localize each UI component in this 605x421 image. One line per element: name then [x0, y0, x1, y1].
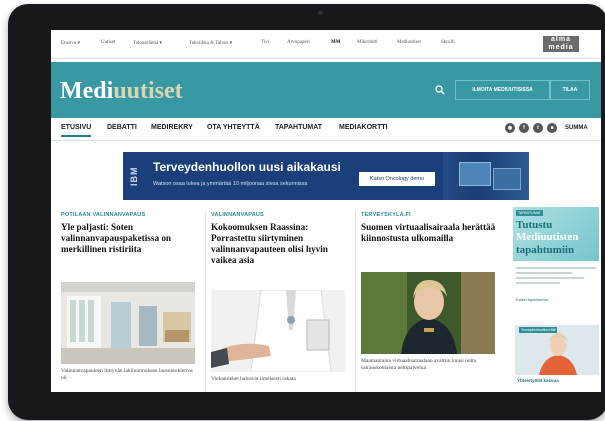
ad-monitor-image: [493, 168, 521, 190]
tab-medirekry[interactable]: MEDIREKRY: [151, 124, 193, 131]
advertise-button[interactable]: ILMOITA MEDIUUTISISSA: [455, 80, 550, 100]
article-card[interactable]: POTILAAN VALINNANVAPAUS Yle paljasti: So…: [61, 212, 199, 381]
ibm-logo: IBM: [129, 166, 139, 186]
promo-caption[interactable]: Yhteistyöllä kasvua: [517, 378, 559, 383]
search-icon[interactable]: [435, 85, 445, 95]
events-title-line3: tapahtumiin: [516, 244, 575, 256]
ad-title: Terveydenhuollon uusi aikakausi: [153, 160, 341, 174]
sidebar: TAPAHTUMAT Tutustu Mediuutisten tapahtum…: [513, 207, 601, 392]
article-excerpt: Valinnanvapauteen liittyvän lakiluonnoks…: [61, 368, 193, 381]
article-photo-clinic-corridor[interactable]: [61, 282, 195, 364]
almamedia-logo-line2: media: [548, 44, 574, 51]
network-nav-item[interactable]: Talouselämä ▾: [133, 40, 162, 46]
events-promo[interactable]: TAPAHTUMAT Tutustu Mediuutisten tapahtum…: [513, 207, 599, 261]
article-excerpt: Maamantaina virtuaalisairaalaan avattiin…: [361, 358, 477, 371]
rss-icon[interactable]: ◉: [505, 123, 515, 133]
tab-ota-yhteytta[interactable]: OTA YHTEYTTÄ: [207, 124, 260, 131]
tablet-frame: Etusivu ▾ Uutiset Talouselämä ▾ Tekniikk…: [8, 4, 605, 420]
network-nav-item[interactable]: Arvopaperi: [287, 40, 310, 45]
tab-debatti[interactable]: DEBATTI: [107, 124, 137, 131]
subscribe-button[interactable]: TILAA: [550, 80, 590, 100]
ad-cta-button[interactable]: Katso Oncology demo: [359, 172, 435, 186]
almamedia-logo[interactable]: alma media: [543, 36, 579, 52]
promo-photo-block[interactable]: Terveydenhuollon Hitti: [515, 325, 599, 375]
network-nav-item[interactable]: Skrolli: [441, 40, 455, 45]
article-card[interactable]: TERVEYSKYLÄ.FI Suomen virtuaalisairaala …: [355, 212, 499, 392]
article-card[interactable]: VALINNANVAPAUS Kokoomuksen Raassina: Por…: [205, 212, 349, 392]
column-divider: [355, 212, 356, 392]
network-nav-item[interactable]: Tivi: [261, 40, 269, 45]
article-category[interactable]: TERVEYSKYLÄ.FI: [361, 212, 499, 218]
article-headline[interactable]: Yle paljasti: Soten valinnanvapauspaketi…: [61, 222, 199, 255]
ad-visual: [443, 152, 529, 200]
events-tag: TAPAHTUMAT: [516, 210, 543, 216]
ad-monitor-image: [459, 162, 491, 186]
ad-banner[interactable]: IBM Terveydenhuollon uusi aikakausi Wats…: [123, 152, 529, 200]
camera-dot: [318, 10, 323, 15]
logo-part-medi: Medi: [60, 78, 114, 104]
summa-icon[interactable]: ■: [547, 123, 557, 133]
network-nav-item[interactable]: Mediuutiset: [397, 40, 421, 45]
facebook-icon[interactable]: f: [519, 123, 529, 133]
article-headline[interactable]: Suomen virtuaalisairaala herättää kiinno…: [361, 222, 499, 244]
promo-photo-person: [539, 333, 577, 375]
article-headline[interactable]: Kokoomuksen Raassina: Porrastettu siirty…: [211, 222, 349, 266]
twitter-icon[interactable]: t: [533, 123, 543, 133]
network-nav-item[interactable]: Uutiset: [101, 40, 115, 45]
tab-etusivu[interactable]: ETUSIVU: [61, 124, 92, 137]
column-divider: [205, 212, 206, 392]
all-events-link[interactable]: Kaikki tapahtumat: [516, 297, 548, 302]
site-logo[interactable]: Mediuutiset: [60, 79, 183, 103]
logo-part-uutiset: uutiset: [113, 78, 183, 104]
network-nav-item[interactable]: Etusivu ▾: [61, 40, 80, 46]
network-nav: Etusivu ▾ Uutiset Talouselämä ▾ Tekniikk…: [51, 30, 601, 59]
browser-screen: Etusivu ▾ Uutiset Talouselämä ▾ Tekniikk…: [51, 30, 601, 392]
network-nav-item[interactable]: Mikrobitti: [357, 40, 378, 45]
article-photo-woman-portrait[interactable]: [361, 272, 495, 354]
site-header: Mediuutiset ILMOITA MEDIUUTISISSA TILAA: [51, 62, 601, 118]
network-nav-item-active[interactable]: MM: [331, 40, 340, 45]
ad-subtitle: Watson osaa lukea ja ymmärtää 10 miljoon…: [153, 181, 308, 187]
tab-mediakortti[interactable]: MEDIAKORTTI: [339, 124, 388, 131]
network-nav-item[interactable]: Tekniikka & Talous ▾: [189, 40, 232, 46]
article-excerpt: Viekamiehet halusvat ilmeisesti rakata: [211, 376, 296, 382]
main-nav: ETUSIVU DEBATTI MEDIREKRY OTA YHTEYTTÄ T…: [51, 118, 601, 141]
tab-tapahtumat[interactable]: TAPAHTUMAT: [275, 124, 322, 131]
article-category[interactable]: VALINNANVAPAUS: [211, 212, 349, 218]
events-text-placeholder: [516, 267, 596, 287]
article-category[interactable]: POTILAAN VALINNANVAPAUS: [61, 212, 199, 218]
events-title-line1: Tutustu: [516, 219, 553, 231]
article-photo-doctor-handshake[interactable]: [211, 290, 345, 372]
events-title-line2: Mediuutisten: [516, 231, 579, 243]
almamedia-logo-line1: alma: [551, 36, 571, 43]
summa-label[interactable]: SUMMA: [565, 125, 588, 131]
